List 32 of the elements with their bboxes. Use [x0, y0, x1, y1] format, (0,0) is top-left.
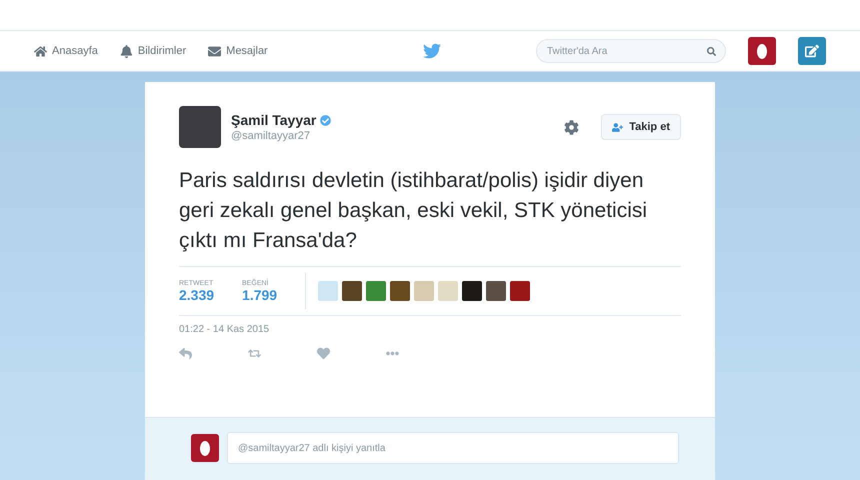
envelope-icon — [208, 44, 222, 58]
profile-avatar — [191, 434, 219, 462]
author-handle: @samiltayyar27 — [231, 130, 312, 142]
retweet-icon[interactable] — [248, 347, 261, 360]
liker-avatar-placeholder[interactable] — [390, 281, 410, 301]
user-plus-icon — [612, 122, 624, 132]
author-name[interactable]: Şamil Tayyar — [231, 112, 554, 128]
compose-button[interactable] — [798, 37, 826, 65]
liker-avatar-placeholder[interactable] — [342, 281, 362, 301]
profile-avatar[interactable] — [748, 37, 776, 65]
stat-count[interactable]: 1.799 — [242, 286, 278, 302]
liker-avatar-placeholder[interactable] — [510, 281, 530, 301]
search-field[interactable]: Twitter'da Ara — [536, 39, 726, 63]
pencil-icon — [805, 44, 819, 58]
bird-logo-icon[interactable] — [422, 42, 441, 60]
search-icon — [707, 47, 716, 56]
stat-count[interactable]: 2.339 — [179, 286, 214, 302]
reply-icon[interactable] — [179, 347, 192, 360]
nav-link[interactable]: Bildirimler — [120, 44, 186, 58]
heart-icon[interactable] — [317, 347, 330, 360]
reply-field[interactable]: @samiltayyar27 adlı kişiyi yanıtla — [227, 432, 679, 464]
home-icon — [34, 44, 47, 58]
bell-icon — [120, 44, 133, 58]
liker-avatar-placeholder[interactable] — [486, 281, 506, 301]
follow-button[interactable]: Takip et — [601, 114, 681, 140]
liker-avatar-placeholder[interactable] — [462, 281, 482, 301]
avatar-photo-placeholder — [179, 106, 221, 148]
nav-link[interactable]: Anasayfa — [34, 44, 98, 58]
tweet-timestamp: 01:22 - 14 Kas 2015 — [179, 324, 270, 335]
tweet-text: Paris saldırısı devletin (istihbarat/polis) işidir diyen geri zekalı genel başkan, eski vekil, STK yöneticisi çıktı mı Fransa'da? — [179, 168, 648, 254]
nav-link[interactable]: Mesajlar — [208, 44, 268, 58]
settings-icon[interactable] — [564, 120, 580, 134]
